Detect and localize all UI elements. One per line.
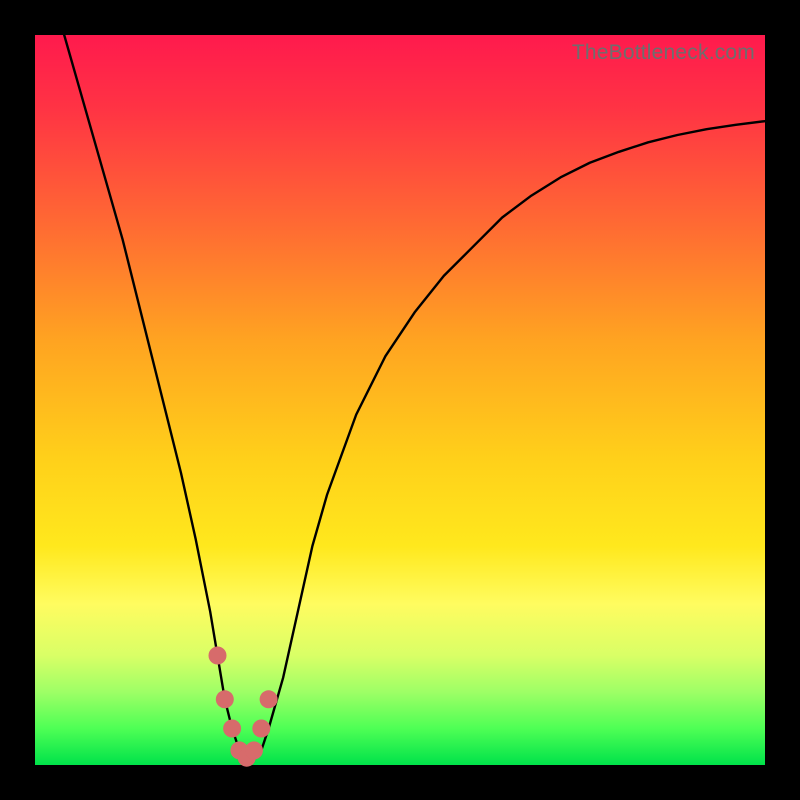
highlight-dot: [223, 720, 241, 738]
highlight-dot: [245, 741, 263, 759]
highlight-dot: [260, 690, 278, 708]
highlight-dot: [216, 690, 234, 708]
highlight-dot: [252, 720, 270, 738]
highlight-dot: [209, 647, 227, 665]
chart-frame: TheBottleneck.com: [0, 0, 800, 800]
bottleneck-curve-line: [64, 35, 765, 758]
plot-area: TheBottleneck.com: [35, 35, 765, 765]
chart-svg: [35, 35, 765, 765]
